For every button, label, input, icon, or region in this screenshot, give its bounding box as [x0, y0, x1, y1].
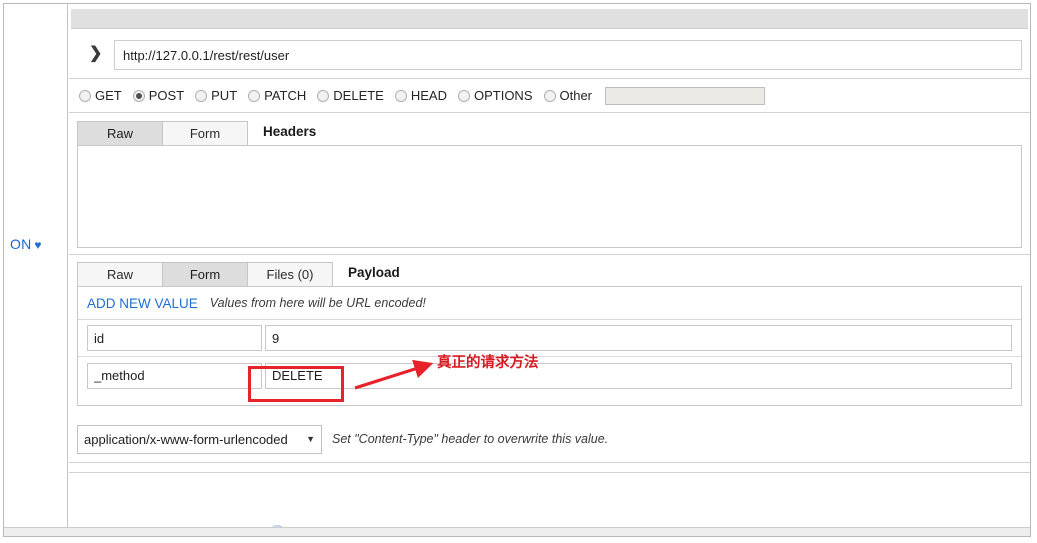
payload-form-box: ADD NEW VALUE Values from here will be U… — [77, 286, 1022, 406]
method-label-patch: PATCH — [264, 88, 307, 103]
bottom-scroll-strip[interactable] — [4, 527, 1030, 536]
method-radio-other[interactable]: Other — [543, 88, 593, 103]
chevron-right-icon[interactable]: ❯ — [89, 45, 102, 63]
method-label-other: Other — [559, 88, 593, 103]
method-label-get: GET — [95, 88, 122, 103]
payload-row — [78, 320, 1021, 357]
radio-dot-icon — [457, 89, 470, 102]
heart-icon: ♥ — [34, 238, 42, 252]
content-type-note: Set "Content-Type" header to overwrite t… — [332, 432, 609, 446]
payload-section-title: Payload — [348, 265, 400, 280]
method-label-put: PUT — [211, 88, 238, 103]
tab-payload-raw[interactable]: Raw — [77, 262, 163, 286]
method-radio-patch[interactable]: PATCH — [248, 88, 306, 103]
add-new-value-button[interactable]: ADD NEW VALUE — [87, 296, 198, 311]
radio-dot-icon — [248, 89, 261, 102]
left-sidebar-gutter: ON ♥ — [4, 4, 68, 536]
request-panel: ❯ GET POST PUT PATCH DELETE — [69, 4, 1030, 536]
method-radio-get[interactable]: GET — [79, 88, 122, 103]
http-method-radio-group: GET POST PUT PATCH DELETE HEAD OPTIONS O… — [69, 79, 1030, 113]
sidebar-cutoff-text: ON — [10, 236, 32, 252]
add-new-value-row: ADD NEW VALUE Values from here will be U… — [78, 287, 1021, 320]
tab-payload-form[interactable]: Form — [162, 262, 248, 286]
chevron-down-icon: ▼ — [306, 434, 315, 444]
collapsed-top-bar[interactable] — [71, 9, 1028, 29]
url-input[interactable] — [114, 40, 1022, 70]
payload-key-input-0[interactable] — [87, 325, 262, 351]
radio-dot-icon — [394, 89, 407, 102]
headers-tabstrip: Raw Form Headers — [69, 114, 1030, 145]
method-radio-delete[interactable]: DELETE — [317, 88, 384, 103]
url-row: ❯ — [69, 34, 1030, 79]
method-radio-post[interactable]: POST — [132, 88, 185, 103]
radio-dot-icon — [317, 89, 330, 102]
content-type-select[interactable]: application/x-www-form-urlencoded ▼ — [77, 424, 322, 454]
radio-dot-icon — [79, 89, 91, 102]
method-label-head: HEAD — [410, 88, 447, 103]
radio-dot-icon — [543, 89, 556, 102]
content-type-selected-value: application/x-www-form-urlencoded — [84, 431, 288, 447]
method-label-delete: DELETE — [333, 88, 384, 103]
content-type-row: application/x-www-form-urlencoded ▼ Set … — [69, 416, 1030, 463]
method-radio-put[interactable]: PUT — [195, 88, 237, 103]
tab-headers-form[interactable]: Form — [162, 121, 248, 145]
method-label-options: OPTIONS — [473, 88, 533, 103]
method-radio-options[interactable]: OPTIONS — [457, 88, 533, 103]
url-encoded-note: Values from here will be URL encoded! — [209, 296, 426, 310]
sidebar-cutoff-label: ON ♥ — [10, 236, 42, 252]
payload-row — [78, 357, 1021, 394]
other-method-input[interactable] — [605, 86, 766, 105]
status-row: Status — [69, 472, 1030, 535]
payload-value-input-0[interactable] — [265, 325, 1012, 351]
headers-section-title: Headers — [263, 124, 317, 139]
payload-key-input-1[interactable] — [87, 362, 262, 389]
radio-dot-icon — [132, 89, 145, 102]
tab-payload-files[interactable]: Files (0) — [247, 262, 333, 286]
method-radio-head[interactable]: HEAD — [394, 88, 447, 103]
payload-value-input-1[interactable] — [265, 362, 1012, 389]
method-label-post: POST — [148, 88, 185, 103]
payload-tabstrip: Raw Form Files (0) Payload — [69, 255, 1030, 286]
request-panel-frame: ON♥ ❯ GET POST PUT PATCH — [3, 3, 1031, 537]
radio-dot-icon — [195, 89, 208, 102]
tab-headers-raw[interactable]: Raw — [77, 121, 163, 145]
headers-textarea[interactable] — [77, 145, 1022, 248]
